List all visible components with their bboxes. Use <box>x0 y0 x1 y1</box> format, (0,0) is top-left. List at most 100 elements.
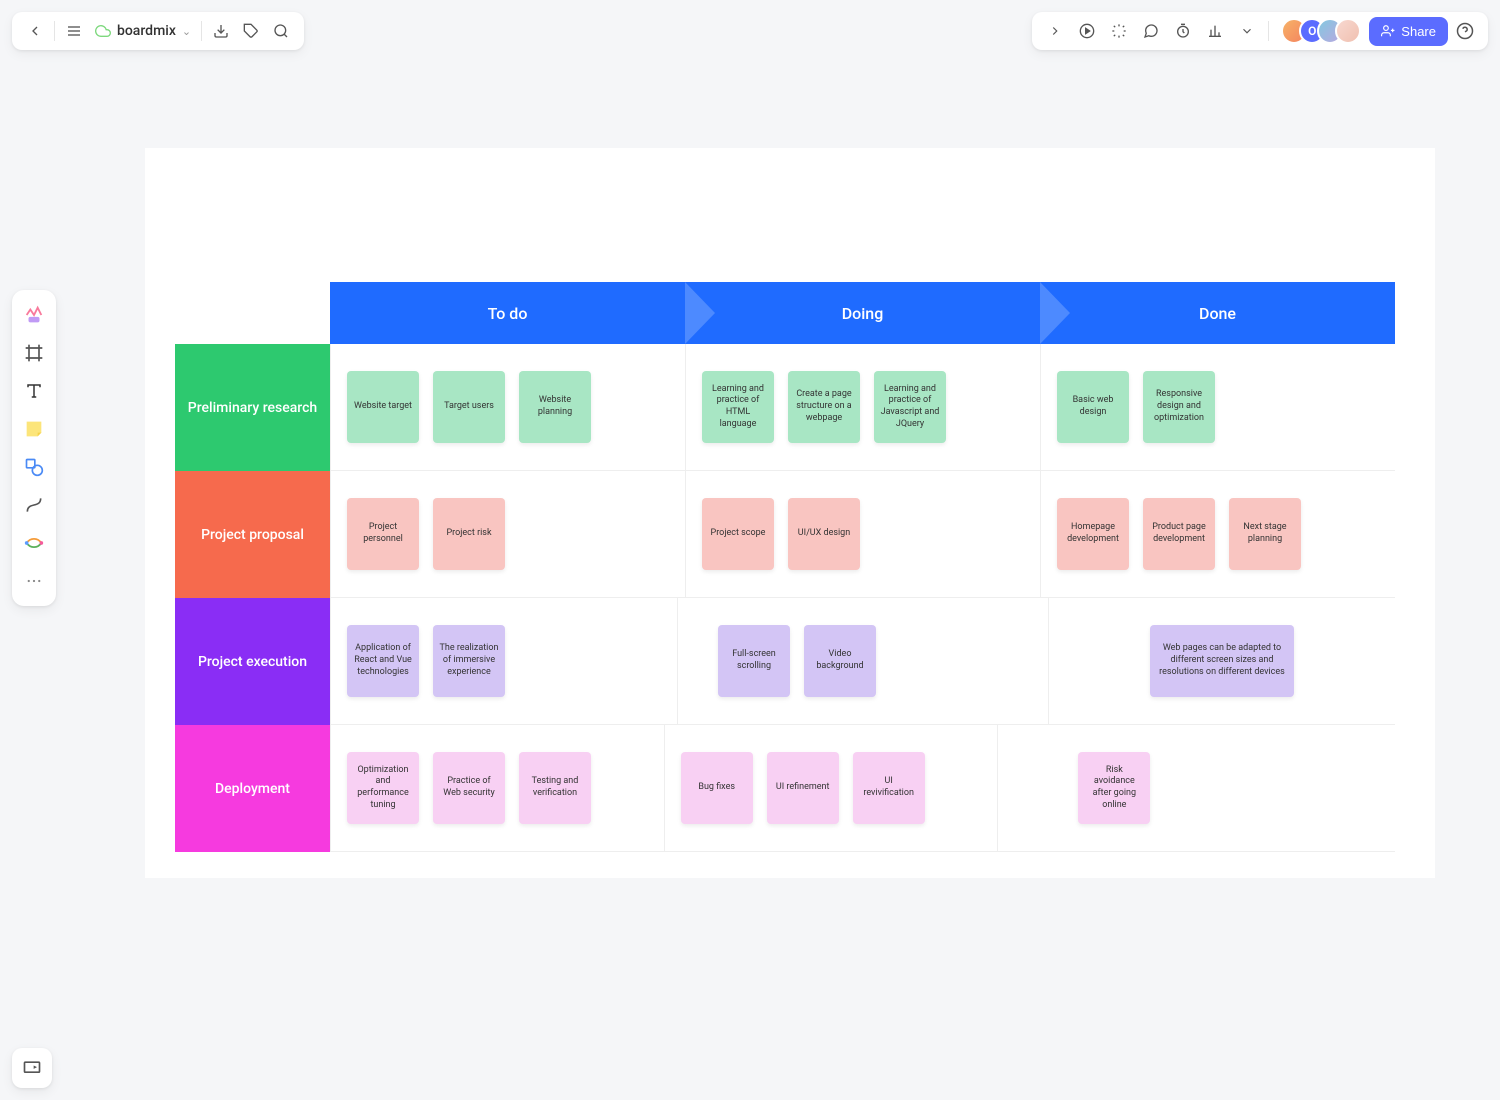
column-header[interactable]: Doing <box>685 282 1040 344</box>
kanban-card[interactable]: Product page development <box>1143 498 1215 570</box>
chevron-down-icon <box>1240 24 1254 38</box>
kanban-card[interactable]: Homepage development <box>1057 498 1129 570</box>
board-cell[interactable]: Web pages can be adapted to different sc… <box>1048 598 1395 725</box>
board-cell[interactable]: Bug fixes UI refinement UI revivificatio… <box>664 725 998 852</box>
kanban-card[interactable]: Target users <box>433 371 505 443</box>
menu-button[interactable] <box>59 16 89 46</box>
chevron-down-icon: ⌄ <box>182 25 191 38</box>
download-button[interactable] <box>206 16 236 46</box>
shape-icon <box>24 457 44 477</box>
divider <box>201 21 202 41</box>
chevron-right-button[interactable] <box>1040 16 1070 46</box>
comment-button[interactable] <box>1136 16 1166 46</box>
timer-button[interactable] <box>1168 16 1198 46</box>
text-tool[interactable] <box>17 374 51 408</box>
board-row: Project execution Application of React a… <box>175 598 1395 725</box>
chevron-left-icon <box>27 23 43 39</box>
play-button[interactable] <box>1072 16 1102 46</box>
board-header-row: To do Doing Done <box>175 282 1395 344</box>
spark-button[interactable] <box>1104 16 1134 46</box>
kanban-card[interactable]: Website target <box>347 371 419 443</box>
brand-name: boardmix <box>117 23 176 39</box>
kanban-card[interactable]: Application of React and Vue technologie… <box>347 625 419 697</box>
kanban-card[interactable]: Project risk <box>433 498 505 570</box>
help-button[interactable] <box>1450 16 1480 46</box>
board-cell[interactable]: Website target Target users Website plan… <box>330 344 685 471</box>
board-cell[interactable]: Full-screen scrolling Video background <box>677 598 1048 725</box>
avatar-stack[interactable]: O <box>1281 18 1361 44</box>
row-label[interactable]: Project execution <box>175 598 330 725</box>
board-cell[interactable]: Application of React and Vue technologie… <box>330 598 677 725</box>
kanban-card[interactable]: Website planning <box>519 371 591 443</box>
connector-tool[interactable] <box>17 488 51 522</box>
board-cell[interactable]: Project personnel Project risk <box>330 471 685 598</box>
help-icon <box>1456 22 1474 40</box>
kanban-card[interactable]: Learning and practice of Javascript and … <box>874 371 946 443</box>
divider <box>54 21 55 41</box>
kanban-card[interactable]: Project personnel <box>347 498 419 570</box>
sticker-tool[interactable] <box>17 298 51 332</box>
kanban-card[interactable]: Web pages can be adapted to different sc… <box>1150 625 1294 697</box>
tag-icon <box>243 23 259 39</box>
shape-tool[interactable] <box>17 450 51 484</box>
frame-tool[interactable] <box>17 336 51 370</box>
kanban-card[interactable]: Project scope <box>702 498 774 570</box>
kanban-card[interactable]: Create a page structure on a webpage <box>788 371 860 443</box>
column-header[interactable]: Done <box>1040 282 1395 344</box>
board-cell[interactable]: Learning and practice of HTML language C… <box>685 344 1040 471</box>
timer-icon <box>1175 23 1191 39</box>
presentation-icon <box>22 1058 42 1078</box>
share-button[interactable]: Share <box>1369 17 1448 46</box>
kanban-card[interactable]: UI revivification <box>853 752 925 824</box>
spark-icon <box>1111 23 1127 39</box>
more-tools[interactable] <box>17 564 51 598</box>
kanban-card[interactable]: Bug fixes <box>681 752 753 824</box>
kanban-card[interactable]: Testing and verification <box>519 752 591 824</box>
kanban-card[interactable]: Learning and practice of HTML language <box>702 371 774 443</box>
kanban-card[interactable]: UI/UX design <box>788 498 860 570</box>
board-row: Deployment Optimization and performance … <box>175 725 1395 852</box>
divider <box>1268 21 1269 41</box>
kanban-card[interactable]: Basic web design <box>1057 371 1129 443</box>
row-label[interactable]: Deployment <box>175 725 330 852</box>
board-cell[interactable]: Risk avoidance after going online <box>997 725 1395 852</box>
side-toolbar <box>12 290 56 606</box>
avatar[interactable] <box>1335 18 1361 44</box>
row-label[interactable]: Preliminary research <box>175 344 330 471</box>
play-icon <box>1079 23 1095 39</box>
kanban-card[interactable]: Optimization and performance tuning <box>347 752 419 824</box>
board-cell[interactable]: Optimization and performance tuning Prac… <box>330 725 664 852</box>
column-header[interactable]: To do <box>330 282 685 344</box>
tag-button[interactable] <box>236 16 266 46</box>
board-cell[interactable]: Basic web design Responsive design and o… <box>1040 344 1395 471</box>
kanban-card[interactable]: Video background <box>804 625 876 697</box>
kanban-board: To do Doing Done Preliminary research We… <box>175 282 1395 852</box>
chevron-right-icon <box>1048 24 1062 38</box>
share-label: Share <box>1401 24 1436 39</box>
sticky-note-tool[interactable] <box>17 412 51 446</box>
mindmap-icon <box>23 532 45 554</box>
kanban-card[interactable]: UI refinement <box>767 752 839 824</box>
chart-button[interactable] <box>1200 16 1230 46</box>
kanban-card[interactable]: Responsive design and optimization <box>1143 371 1215 443</box>
slide-panel-button[interactable] <box>12 1048 52 1088</box>
search-icon <box>273 23 289 39</box>
row-label[interactable]: Project proposal <box>175 471 330 598</box>
canvas[interactable]: To do Doing Done Preliminary research We… <box>145 148 1435 878</box>
brand-dropdown[interactable]: boardmix ⌄ <box>89 23 197 39</box>
board-cell[interactable]: Homepage development Product page develo… <box>1040 471 1395 598</box>
kanban-card[interactable]: Practice of Web security <box>433 752 505 824</box>
kanban-card[interactable]: Risk avoidance after going online <box>1078 752 1150 824</box>
mindmap-tool[interactable] <box>17 526 51 560</box>
top-toolbar-left: boardmix ⌄ <box>12 12 304 50</box>
kanban-card[interactable]: Full-screen scrolling <box>718 625 790 697</box>
search-button[interactable] <box>266 16 296 46</box>
download-icon <box>213 23 229 39</box>
chat-icon <box>1143 23 1159 39</box>
more-button[interactable] <box>1232 16 1262 46</box>
board-cell[interactable]: Project scope UI/UX design <box>685 471 1040 598</box>
kanban-card[interactable]: The realization of immersive experience <box>433 625 505 697</box>
kanban-card[interactable]: Next stage planning <box>1229 498 1301 570</box>
back-button[interactable] <box>20 16 50 46</box>
curve-icon <box>24 495 44 515</box>
